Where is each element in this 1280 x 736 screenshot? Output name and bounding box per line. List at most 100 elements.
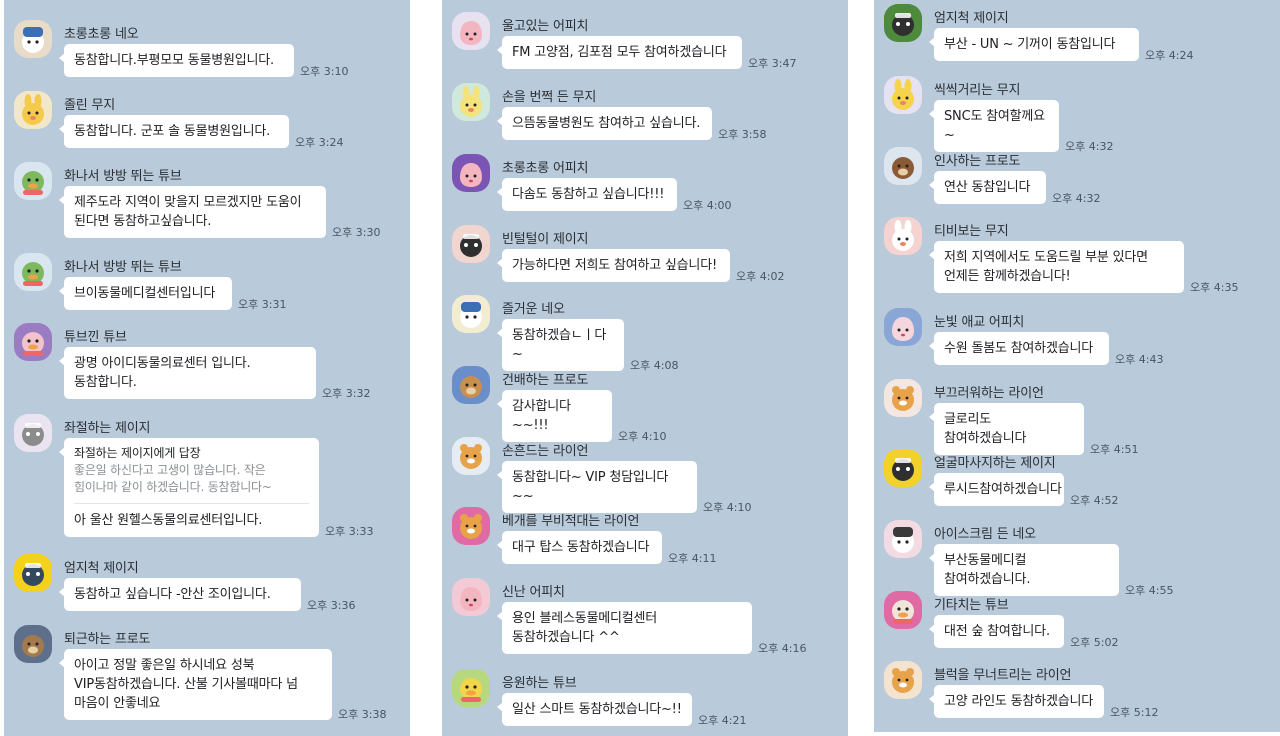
sender-name: 울고있는 어피치: [502, 19, 589, 34]
message-bubble[interactable]: 가능하다면 저희도 참여하고 싶습니다!: [497, 249, 730, 282]
ryan-icon[interactable]: [884, 661, 922, 699]
tube-icon[interactable]: [14, 253, 52, 291]
reply-header[interactable]: 좌절하는 제이지에게 답장: [74, 445, 309, 462]
message-bubble[interactable]: 다솜도 동참하고 싶습니다!!!: [497, 178, 677, 211]
message-timestamp: 오후 3:30: [332, 226, 381, 239]
message-bubble[interactable]: 저희 지역에서도 도움드릴 부분 있다면 언제든 함께하겠습니다!: [929, 241, 1184, 293]
apeach-icon[interactable]: [452, 12, 490, 50]
jayg-icon[interactable]: [14, 414, 52, 452]
message-bubble[interactable]: 루시드참여하겠습니다: [929, 473, 1064, 506]
message-bubble[interactable]: 으뜸동물병원도 참여하고 싶습니다.: [497, 107, 712, 140]
frodo-icon[interactable]: [452, 366, 490, 404]
sender-name: 좌절하는 제이지: [64, 421, 151, 436]
sender-name: 화나서 방방 뛰는 튜브: [64, 260, 182, 275]
muzi-icon[interactable]: [884, 217, 922, 255]
message-bubble[interactable]: 연산 동참입니다: [929, 171, 1046, 204]
chat-panel-middle[interactable]: 울고있는 어피치 FM 고양점, 김포점 모두 참여하겠습니다 오후 3:47 손을…: [442, 0, 848, 736]
message-bubble[interactable]: 좌절하는 제이지에게 답장 좋은일 하신다고 고생이 많습니다. 작은 힘이나마 …: [59, 438, 319, 537]
message-bubble[interactable]: 수원 돌봄도 참여하겠습니다: [929, 332, 1109, 365]
message-row: 아이고 정말 좋은일 하시네요 성북 VIP동참하겠습니다. 산불 기사볼때마다…: [59, 649, 387, 721]
reply-quote[interactable]: 좋은일 하신다고 고생이 많습니다. 작은 힘이나마 같이 하겠습니다. 동참합…: [74, 462, 309, 504]
neo-icon[interactable]: [884, 520, 922, 558]
message-bubble[interactable]: 동참하겠습ㄴㅣ다~: [497, 319, 624, 371]
message-bubble[interactable]: 일산 스마트 동참하겠습니다~!!: [497, 693, 692, 726]
message-bubble[interactable]: 용인 블레스동물메디컬센터 동참하겠습니다 ^^: [497, 602, 752, 654]
message-row: 동참하고 싶습니다 -안산 조이입니다. 오후 3:36: [59, 578, 355, 612]
message-text: 연산 동참입니다: [944, 180, 1031, 195]
sender-name: 퇴근하는 프로도: [64, 632, 151, 647]
ryan-icon[interactable]: [452, 437, 490, 475]
message-row: 가능하다면 저희도 참여하고 싶습니다! 오후 4:02: [497, 249, 784, 283]
message-bubble[interactable]: 브이동물메디컬센터입니다: [59, 277, 232, 310]
message-text: 동참하고 싶습니다 -안산 조이입니다.: [74, 587, 271, 602]
message-row: 일산 스마트 동참하겠습니다~!! 오후 4:21: [497, 693, 746, 727]
message-bubble[interactable]: 광명 아이디동물의료센터 입니다. 동참합니다.: [59, 347, 316, 399]
neo-icon[interactable]: [14, 20, 52, 58]
sender-name: 블럭을 무너트리는 라이언: [934, 668, 1072, 683]
muzi-icon[interactable]: [452, 83, 490, 121]
message-bubble[interactable]: FM 고양점, 김포점 모두 참여하겠습니다: [497, 36, 742, 69]
message-text: 동참하겠습ㄴㅣ다~: [512, 328, 607, 362]
tube-icon[interactable]: [884, 591, 922, 629]
tube-icon[interactable]: [452, 669, 490, 707]
message-row: 용인 블레스동물메디컬센터 동참하겠습니다 ^^ 오후 4:16: [497, 602, 806, 655]
frodo-icon[interactable]: [14, 625, 52, 663]
message-text: 수원 돌봄도 참여하겠습니다: [944, 341, 1093, 356]
message-text: 가능하다면 저희도 참여하고 싶습니다!: [512, 258, 717, 273]
message-bubble[interactable]: 대구 탑스 동참하겠습니다: [497, 531, 662, 564]
chat-panel-right[interactable]: 엄지척 제이지 부산 - UN ~ 기꺼이 동참입니다 오후 4:24 씩씩거리는 …: [874, 0, 1280, 732]
muzi-icon[interactable]: [14, 91, 52, 129]
message-bubble[interactable]: 부산동물메디컬 참여하겠습니다.: [929, 544, 1119, 596]
message-timestamp: 오후 3:38: [338, 708, 387, 721]
message-bubble[interactable]: 고양 라인도 동참하겠습니다: [929, 685, 1104, 718]
message-bubble[interactable]: 글로리도 참여하겠습니다: [929, 403, 1084, 455]
message-text: 아 울산 원헬스동물의료센터입니다.: [74, 513, 263, 528]
message-text: 저희 지역에서도 도움드릴 부분 있다면 언제든 함께하겠습니다!: [944, 250, 1148, 284]
message-text: 용인 블레스동물메디컬센터 동참하겠습니다 ^^: [512, 611, 658, 645]
tube-icon[interactable]: [14, 323, 52, 361]
message-bubble[interactable]: 동참합니다.부평모모 동물병원입니다.: [59, 44, 294, 77]
tube-icon[interactable]: [14, 162, 52, 200]
message-text: 부산 - UN ~ 기꺼이 동참입니다: [944, 37, 1116, 52]
message-timestamp: 오후 3:47: [748, 57, 797, 70]
message-bubble[interactable]: 동참하고 싶습니다 -안산 조이입니다.: [59, 578, 301, 611]
message-row: 동참하겠습ㄴㅣ다~ 오후 4:08: [497, 319, 678, 372]
chat-panel-left[interactable]: 초롱초롱 네오 동참합니다.부평모모 동물병원입니다. 오후 3:10 졸린 무지 동…: [4, 0, 410, 736]
muzi-icon[interactable]: [884, 76, 922, 114]
message-row: 동참합니다. 군포 솔 동물병원입니다. 오후 3:24: [59, 115, 343, 149]
jayg-icon[interactable]: [884, 449, 922, 487]
message-bubble[interactable]: 동참합니다~ VIP 청담입니다~~: [497, 461, 697, 513]
message-text: 일산 스마트 동참하겠습니다~!!: [512, 702, 682, 717]
message-row: 글로리도 참여하겠습니다 오후 4:51: [929, 403, 1138, 456]
jayg-icon[interactable]: [884, 4, 922, 42]
message-row: 부산 - UN ~ 기꺼이 동참입니다 오후 4:24: [929, 28, 1193, 62]
message-row: 대구 탑스 동참하겠습니다 오후 4:11: [497, 531, 716, 565]
message-bubble[interactable]: SNC도 참여할께요~: [929, 100, 1059, 152]
apeach-icon[interactable]: [452, 578, 490, 616]
message-bubble[interactable]: 감사합니다~~!!!: [497, 390, 612, 442]
message-text: 대구 탑스 동참하겠습니다: [512, 540, 650, 555]
apeach-icon[interactable]: [452, 154, 490, 192]
message-bubble[interactable]: 아이고 정말 좋은일 하시네요 성북 VIP동참하겠습니다. 산불 기사볼때마다…: [59, 649, 332, 720]
sender-name: 손흔드는 라이언: [502, 444, 589, 459]
sender-name: 베개를 부비적대는 라이언: [502, 514, 640, 529]
message-row: 으뜸동물병원도 참여하고 싶습니다. 오후 3:58: [497, 107, 766, 141]
neo-icon[interactable]: [452, 295, 490, 333]
message-row: 광명 아이디동물의료센터 입니다. 동참합니다. 오후 3:32: [59, 347, 371, 400]
message-text: 감사합니다~~!!!: [512, 399, 571, 433]
ryan-icon[interactable]: [884, 379, 922, 417]
jayg-icon[interactable]: [14, 554, 52, 592]
message-bubble[interactable]: 대전 숲 참여합니다.: [929, 615, 1064, 648]
apeach-icon[interactable]: [884, 308, 922, 346]
message-bubble[interactable]: 동참합니다. 군포 솔 동물병원입니다.: [59, 115, 289, 148]
sender-name: 아이스크림 든 네오: [934, 527, 1036, 542]
message-text: 동참합니다.부평모모 동물병원입니다.: [74, 53, 274, 68]
message-bubble[interactable]: 제주도라 지역이 맞을지 모르겠지만 도움이 된다면 동참하고싶습니다.: [59, 186, 326, 238]
message-timestamp: 오후 3:32: [322, 387, 371, 400]
message-text: 고양 라인도 동참하겠습니다: [944, 694, 1093, 709]
ryan-icon[interactable]: [452, 507, 490, 545]
sender-name: 티비보는 무지: [934, 224, 1009, 239]
message-bubble[interactable]: 부산 - UN ~ 기꺼이 동참입니다: [929, 28, 1139, 61]
frodo-icon[interactable]: [884, 147, 922, 185]
jayg-icon[interactable]: [452, 225, 490, 263]
